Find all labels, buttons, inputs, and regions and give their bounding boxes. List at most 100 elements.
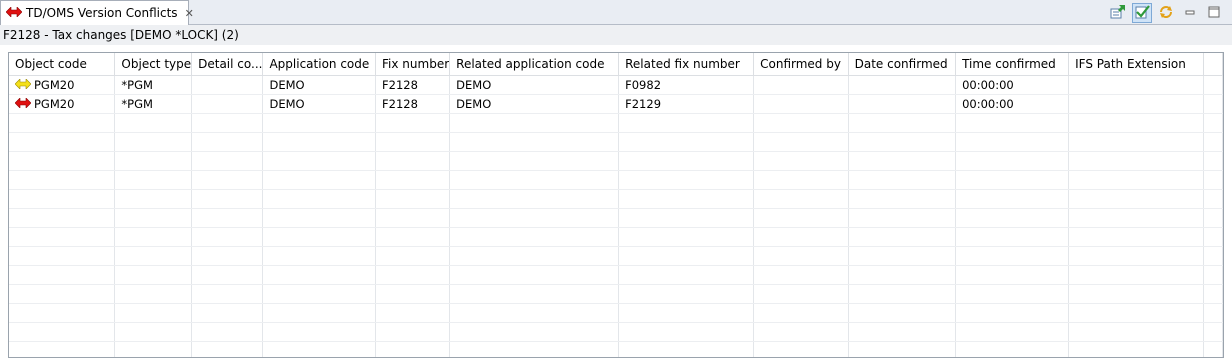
empty-cell <box>1203 151 1223 171</box>
cell-object-code: PGM20 <box>9 75 116 95</box>
empty-cell <box>9 189 116 209</box>
empty-cell <box>618 322 755 342</box>
view-tab[interactable]: TD/OMS Version Conflicts ✕ <box>0 0 194 25</box>
minimize-icon <box>1183 5 1197 22</box>
empty-cell <box>191 303 264 323</box>
column-header-time-confirmed[interactable]: Time confirmed <box>955 53 1070 76</box>
minimize-button[interactable] <box>1180 3 1200 23</box>
empty-cell <box>753 151 849 171</box>
empty-cell <box>848 189 957 209</box>
column-header-object-code[interactable]: Object code <box>9 53 116 76</box>
empty-cell <box>9 208 116 228</box>
empty-cell <box>262 151 377 171</box>
empty-cell <box>848 322 957 342</box>
empty-cell <box>753 284 849 304</box>
empty-cell <box>449 303 620 323</box>
column-header-date-confirmed[interactable]: Date confirmed <box>848 53 957 76</box>
view-toolbar <box>1108 3 1224 23</box>
column-header-confirmed-by[interactable]: Confirmed by <box>753 53 849 76</box>
table-cell <box>191 75 264 95</box>
table-row[interactable]: PGM20 *PGM DEMO F2128 DEMO F2129 00:00:00 <box>9 94 1223 114</box>
empty-cell <box>955 227 1070 247</box>
table-header-row: Object code Object type Detail co... App… <box>9 53 1223 76</box>
empty-cell <box>449 341 620 357</box>
empty-cell <box>1203 303 1223 323</box>
empty-table-row <box>9 303 1223 323</box>
empty-cell <box>618 284 755 304</box>
table-cell: 00:00:00 <box>955 75 1070 95</box>
empty-cell <box>1068 303 1204 323</box>
empty-cell <box>1068 227 1204 247</box>
empty-cell <box>449 151 620 171</box>
table-cell <box>1068 94 1204 114</box>
column-header-related-fix-number[interactable]: Related fix number <box>618 53 755 76</box>
empty-cell <box>955 303 1070 323</box>
close-icon[interactable]: ✕ <box>185 8 194 19</box>
table-cell <box>753 94 849 114</box>
confirm-button[interactable] <box>1132 3 1152 23</box>
empty-cell <box>848 151 957 171</box>
empty-table-row <box>9 208 1223 228</box>
table-cell <box>191 94 264 114</box>
empty-cell <box>1203 132 1223 152</box>
empty-cell <box>1068 189 1204 209</box>
empty-cell <box>114 208 193 228</box>
empty-cell <box>9 265 116 285</box>
empty-cell <box>191 170 264 190</box>
column-header-ifs-path-extension[interactable]: IFS Path Extension <box>1068 53 1204 76</box>
empty-cell <box>955 284 1070 304</box>
empty-cell <box>753 322 849 342</box>
empty-table-row <box>9 284 1223 304</box>
empty-cell <box>955 151 1070 171</box>
column-header-detail-code[interactable]: Detail co... <box>191 53 264 76</box>
empty-cell <box>191 227 264 247</box>
table-cell: F2129 <box>618 94 755 114</box>
empty-cell <box>955 265 1070 285</box>
empty-table-row <box>9 322 1223 342</box>
empty-cell <box>262 208 377 228</box>
empty-cell <box>262 284 377 304</box>
object-code-text: PGM20 <box>34 97 75 111</box>
empty-cell <box>449 113 620 133</box>
empty-cell <box>848 303 957 323</box>
empty-cell <box>848 284 957 304</box>
column-header-application-code[interactable]: Application code <box>262 53 377 76</box>
table-row[interactable]: PGM20 *PGM DEMO F2128 DEMO F0982 00:00:00 <box>9 75 1223 95</box>
empty-cell <box>955 132 1070 152</box>
maximize-button[interactable] <box>1204 3 1224 23</box>
empty-cell <box>618 132 755 152</box>
empty-cell <box>753 189 849 209</box>
column-header-related-application-code[interactable]: Related application code <box>449 53 620 76</box>
table-cell: DEMO <box>449 94 620 114</box>
empty-cell <box>191 265 264 285</box>
empty-cell <box>618 189 755 209</box>
refresh-button[interactable] <box>1156 3 1176 23</box>
conflicts-table-container[interactable]: Object code Object type Detail co... App… <box>8 52 1224 358</box>
empty-cell <box>753 227 849 247</box>
table-cell <box>848 94 957 114</box>
empty-cell <box>955 170 1070 190</box>
empty-table-row <box>9 132 1223 152</box>
empty-cell <box>1068 246 1204 266</box>
empty-cell <box>114 113 193 133</box>
empty-cell <box>114 341 193 357</box>
table-cell: *PGM <box>114 75 193 95</box>
empty-cell <box>753 246 849 266</box>
empty-cell <box>753 170 849 190</box>
empty-cell <box>753 113 849 133</box>
conflicts-table: Object code Object type Detail co... App… <box>9 53 1223 357</box>
empty-cell <box>1203 322 1223 342</box>
empty-table-row <box>9 170 1223 190</box>
table-cell: F2128 <box>375 75 451 95</box>
empty-cell <box>262 189 377 209</box>
empty-cell <box>955 341 1070 357</box>
column-header-fix-number[interactable]: Fix number <box>375 53 451 76</box>
export-button[interactable] <box>1108 3 1128 23</box>
empty-cell <box>449 322 620 342</box>
empty-cell <box>1203 208 1223 228</box>
empty-cell <box>955 246 1070 266</box>
column-header-object-type[interactable]: Object type <box>114 53 193 76</box>
empty-cell <box>1203 189 1223 209</box>
table-cell: F0982 <box>618 75 755 95</box>
empty-cell <box>9 170 116 190</box>
